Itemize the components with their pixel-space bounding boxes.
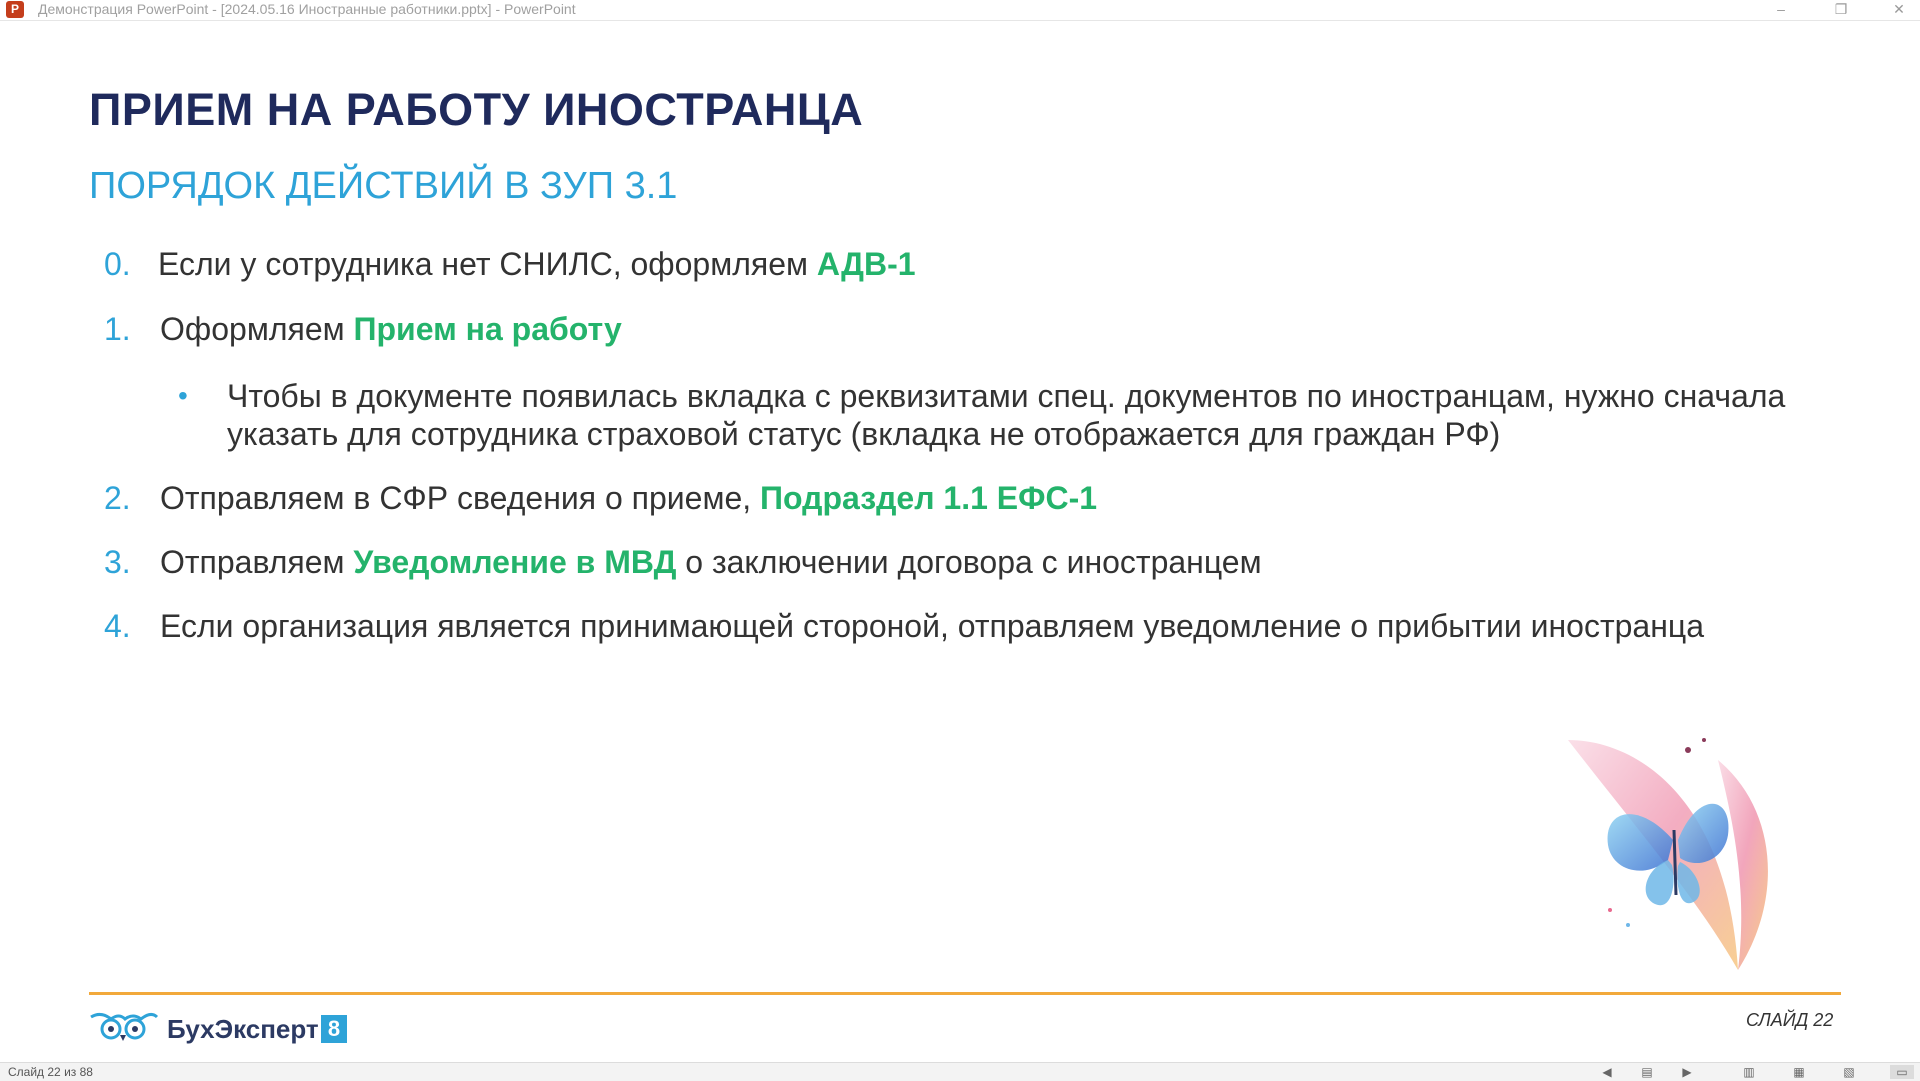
step-text: Отправляем в СФР сведения о приеме, Подр…: [160, 479, 1810, 518]
step-text-plain: Отправляем: [160, 544, 354, 580]
window-titlebar: P Демонстрация PowerPoint - [2024.05.16 …: [0, 0, 1920, 21]
reading-view-icon[interactable]: ▥: [1740, 1065, 1758, 1079]
step-text-plain: Если у сотрудника нет СНИЛС, оформляем: [158, 246, 817, 282]
close-button[interactable]: ✕: [1876, 0, 1920, 20]
powerpoint-icon: P: [6, 1, 24, 18]
step-highlight: Прием на работу: [353, 311, 622, 347]
step-text: Если организация является принимающей ст…: [160, 608, 1704, 644]
step-number: 2.: [104, 480, 131, 516]
step-number: 3.: [104, 544, 131, 580]
window-title: Демонстрация PowerPoint - [2024.05.16 Ин…: [38, 1, 576, 17]
slide-counter: Слайд 22 из 88: [8, 1065, 93, 1079]
logo-badge: 8: [321, 1015, 347, 1043]
butterfly-feather-icon: [1568, 738, 1768, 970]
slide-subtitle: ПОРЯДОК ДЕЙСТВИЙ В ЗУП 3.1: [89, 165, 678, 207]
step-number: 0.: [104, 246, 131, 282]
step-text: Если у сотрудника нет СНИЛС, оформляем А…: [158, 245, 1808, 284]
slide-number-label: СЛАЙД 22: [1746, 1010, 1834, 1030]
step-text: Отправляем Уведомление в МВД о заключени…: [160, 543, 1810, 582]
bullet-marker: •: [178, 380, 188, 411]
step-number: 1.: [104, 311, 131, 347]
bullet-text: Чтобы в документе появилась вкладка с ре…: [227, 378, 1786, 452]
owl-logo-icon: [90, 1012, 159, 1041]
slideshow-view-icon[interactable]: ▭: [1890, 1065, 1914, 1079]
notes-icon[interactable]: ▤: [1638, 1065, 1656, 1079]
slide-sorter-icon[interactable]: ▦: [1790, 1065, 1808, 1079]
step-text-plain: Оформляем: [160, 311, 354, 347]
minimize-button[interactable]: –: [1758, 0, 1804, 20]
footer-divider: [89, 992, 1841, 995]
step-text-plain: Отправляем в СФР сведения о приеме,: [160, 480, 761, 516]
next-slide-icon[interactable]: ▶: [1678, 1065, 1696, 1079]
normal-view-icon[interactable]: ▧: [1840, 1065, 1858, 1079]
step-highlight: Подраздел 1.1 ЕФС-1: [760, 480, 1098, 516]
status-bar: Слайд 22 из 88 ◀ ▤ ▶ ▥ ▦ ▧ ▭: [0, 1062, 1920, 1081]
step-text: Оформляем Прием на работу: [160, 310, 1810, 349]
slide-title: ПРИЕМ НА РАБОТУ ИНОСТРАНЦА: [89, 84, 864, 135]
buhexpert-logo: БухЭксперт 8: [89, 1009, 359, 1049]
step-highlight: Уведомление в МВД: [353, 544, 677, 580]
step-text-plain: о заключении договора с иностранцем: [676, 544, 1262, 580]
previous-slide-icon[interactable]: ◀: [1598, 1065, 1616, 1079]
step-highlight: АДВ-1: [816, 246, 916, 282]
step-number: 4.: [104, 608, 131, 644]
restore-button[interactable]: ❐: [1818, 0, 1864, 20]
logo-text: БухЭксперт: [167, 1014, 319, 1044]
